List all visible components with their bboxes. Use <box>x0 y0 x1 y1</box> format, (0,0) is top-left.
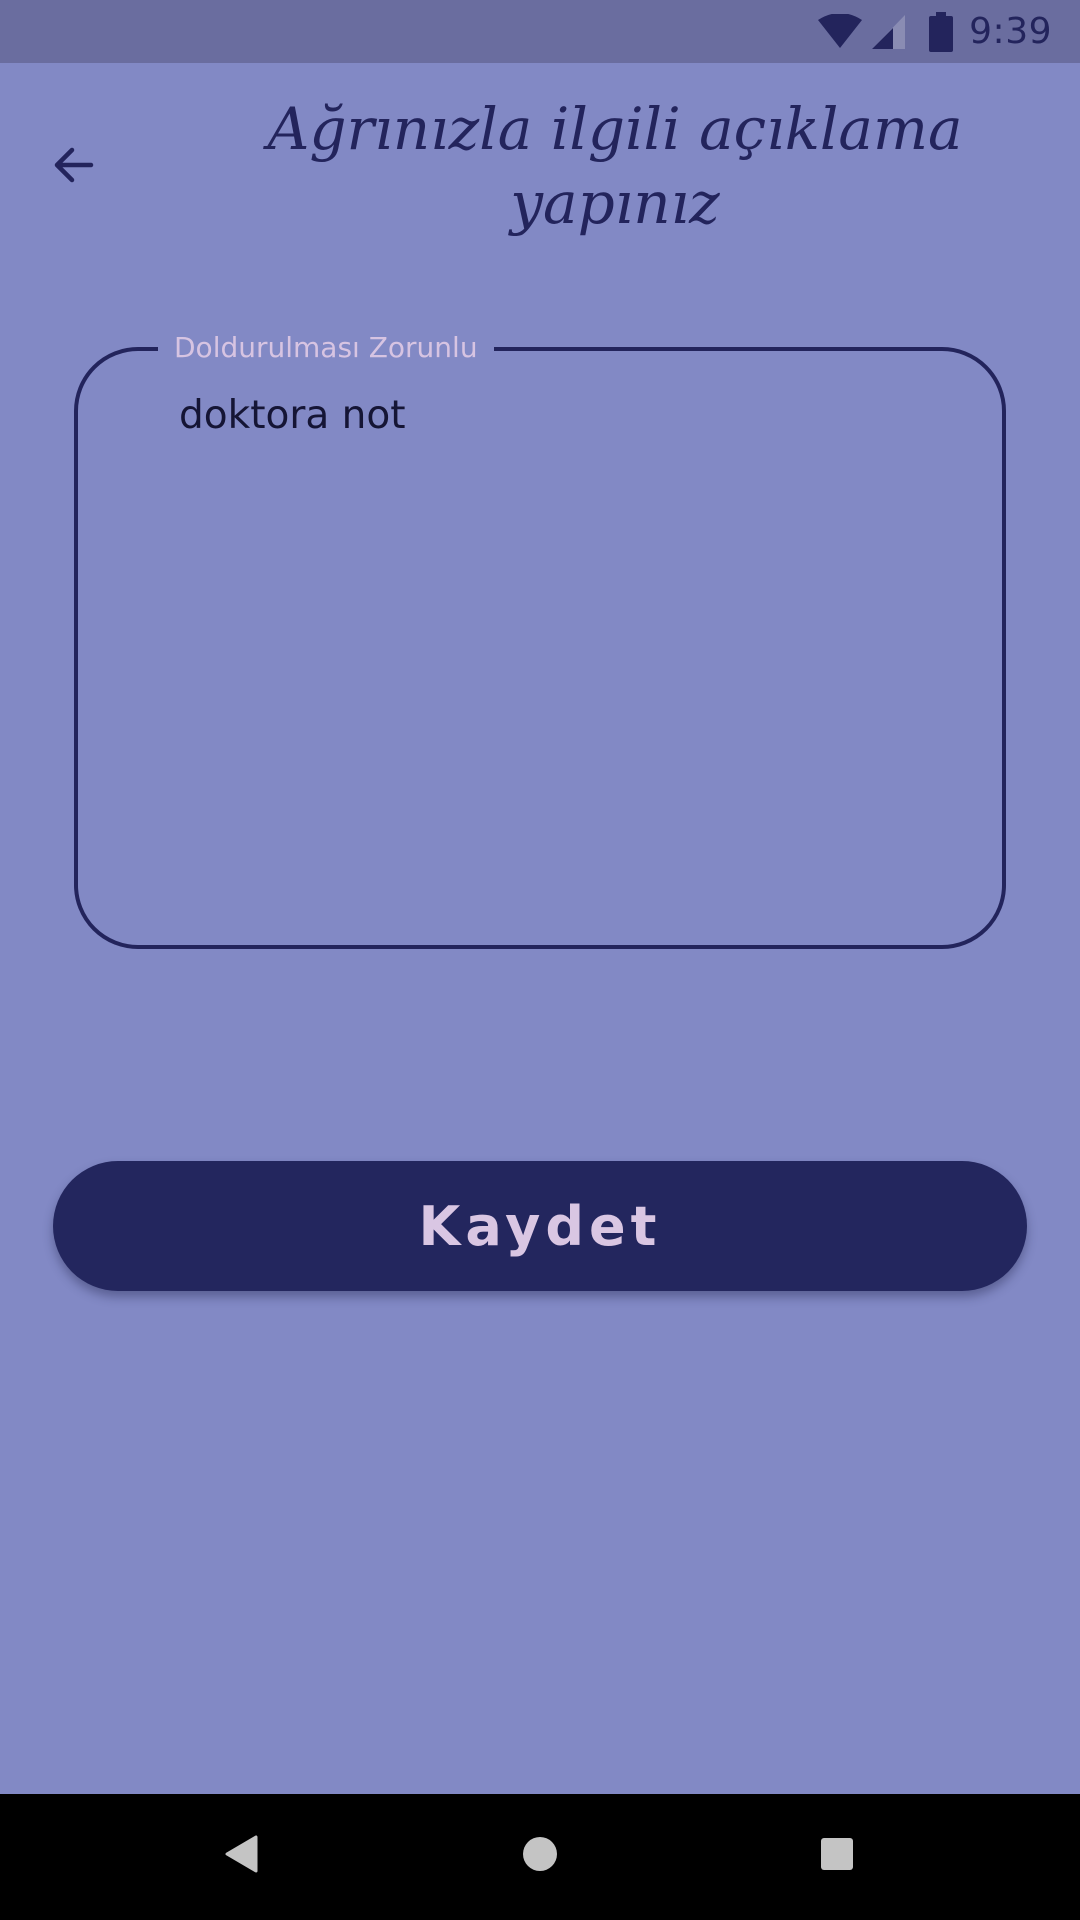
nav-recents-button[interactable] <box>797 1816 877 1896</box>
battery-icon <box>929 11 954 52</box>
note-field-label: Doldurulması Zorunlu <box>158 330 494 366</box>
arrow-back-icon <box>50 142 96 192</box>
save-button[interactable]: Kaydet <box>53 1161 1027 1291</box>
status-bar: 9:39 <box>0 0 1080 63</box>
nav-back-button[interactable] <box>202 1816 282 1896</box>
back-button[interactable] <box>36 130 110 204</box>
wifi-icon <box>817 13 863 50</box>
cellular-signal-icon <box>871 14 907 50</box>
nav-back-icon <box>224 1834 260 1878</box>
nav-home-button[interactable] <box>500 1816 580 1896</box>
save-button-label: Kaydet <box>418 1194 662 1258</box>
navigation-bar <box>0 1794 1080 1920</box>
status-icons: 9:39 <box>817 0 1052 63</box>
page-title: Ağrınızla ilgili açıklama yapınız <box>267 95 963 237</box>
nav-home-icon <box>522 1836 558 1876</box>
nav-recents-icon <box>820 1837 854 1875</box>
status-time: 9:39 <box>969 11 1052 52</box>
note-field-value[interactable]: doktora not <box>179 392 406 440</box>
